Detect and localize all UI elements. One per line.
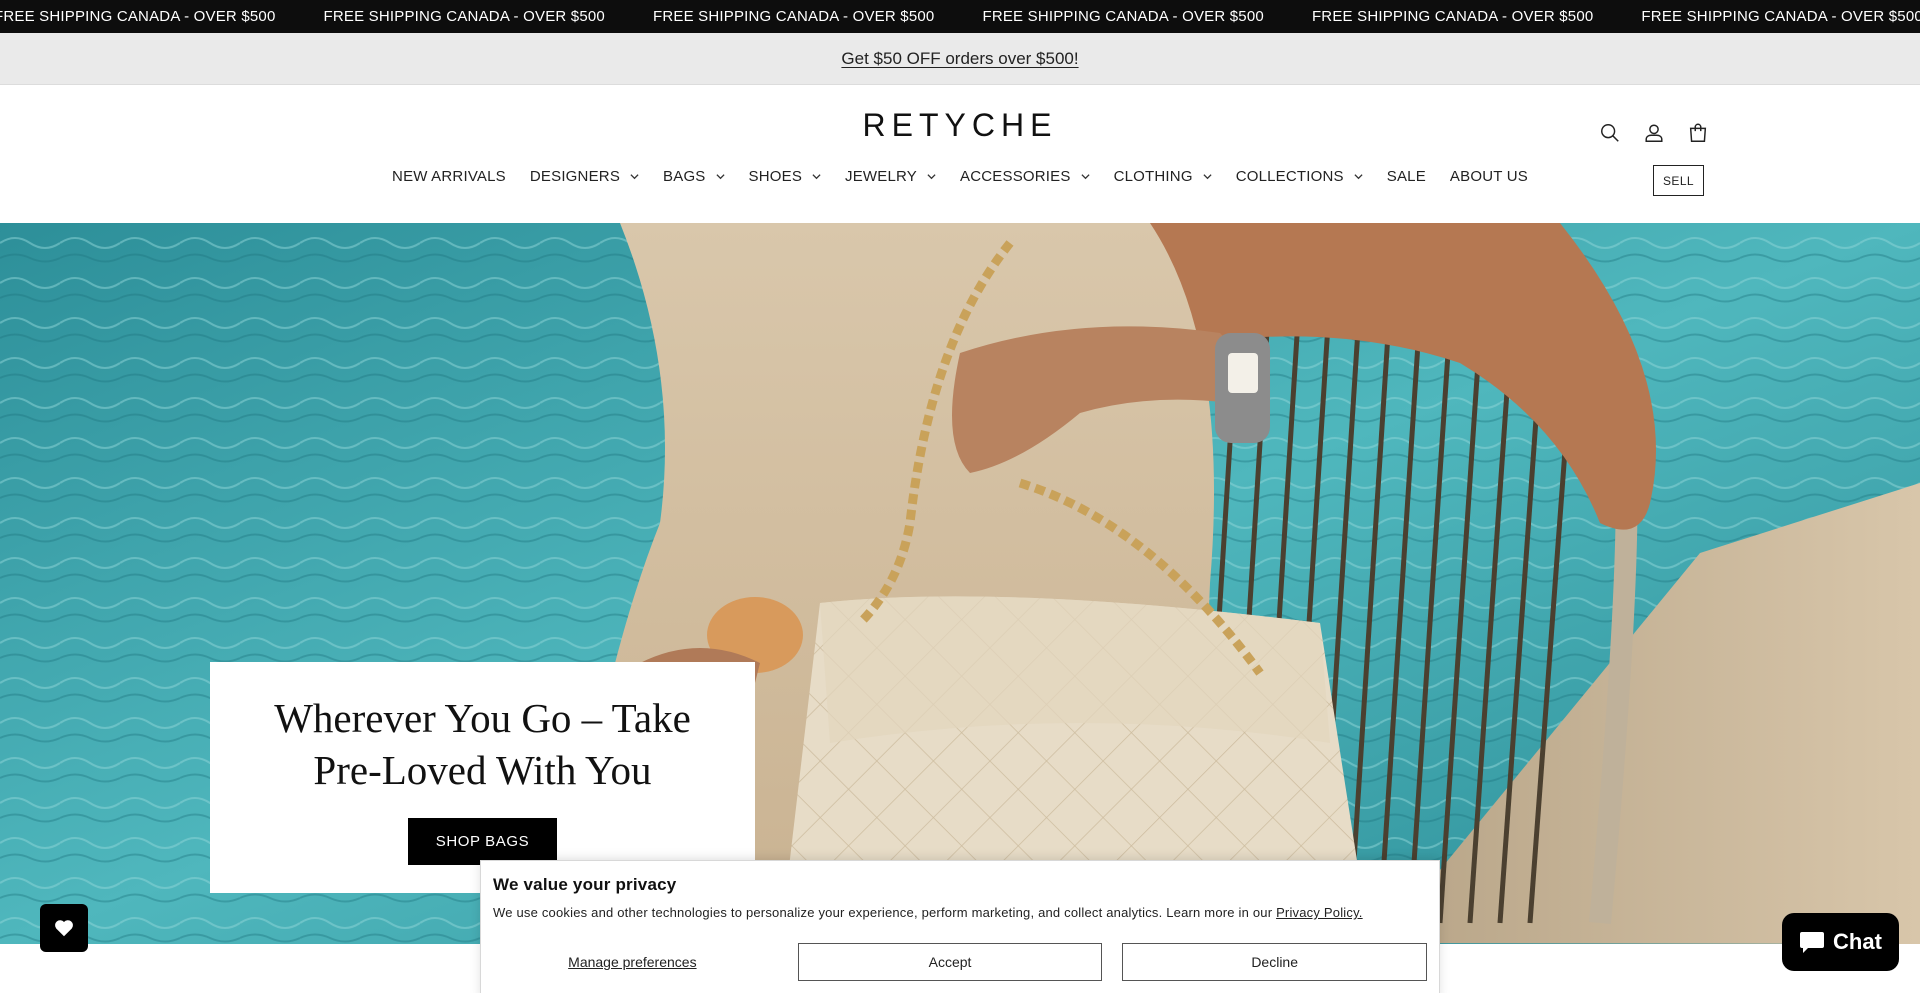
chevron-down-icon [1203, 172, 1212, 181]
announcement-text: FREE SHIPPING CANADA - OVER $500 [323, 8, 605, 25]
privacy-policy-link[interactable]: Privacy Policy. [1276, 905, 1363, 920]
nav-item-label: CLOTHING [1113, 167, 1193, 185]
nav-item-collections[interactable]: COLLECTIONS [1224, 163, 1375, 189]
nav-item-label: SHOES [748, 167, 803, 185]
accept-button[interactable]: Accept [797, 943, 1103, 981]
nav-item-label: COLLECTIONS [1235, 167, 1344, 185]
nav-item-label: JEWELRY [845, 167, 918, 185]
hero-banner: Wherever You Go – Take Pre-Loved With Yo… [0, 223, 1920, 944]
sell-button[interactable]: SELL [1653, 165, 1704, 196]
announcement-text: FREE SHIPPING CANADA - OVER $500 [982, 8, 1264, 25]
privacy-text: We use cookies and other technologies to… [493, 905, 1427, 920]
site-header: RETYCHE NEW ARRIVALS DESIGNERS BAGS SHOES JE… [0, 85, 1920, 223]
nav-item-shoes[interactable]: SHOES [737, 163, 834, 189]
nav-item-label: ACCESSORIES [960, 167, 1071, 185]
announcement-bar: FREE SHIPPING CANADA - OVER $500 FREE SH… [0, 0, 1920, 33]
heart-icon [55, 920, 73, 937]
shop-bags-button[interactable]: SHOP BAGS [408, 818, 557, 865]
nav-item-bags[interactable]: BAGS [651, 163, 736, 189]
chevron-down-icon [630, 172, 639, 181]
decline-button[interactable]: Decline [1122, 943, 1427, 981]
account-icon[interactable] [1632, 111, 1676, 155]
announcement-text: FREE SHIPPING CANADA - OVER $500 [1641, 8, 1920, 25]
privacy-actions: Manage preferences Accept Decline [493, 943, 1427, 981]
hero-title: Wherever You Go – Take Pre-Loved With Yo… [274, 695, 691, 793]
promo-link[interactable]: Get $50 OFF orders over $500! [841, 49, 1078, 69]
nav-item-new-arrivals[interactable]: NEW ARRIVALS [380, 163, 518, 189]
privacy-banner: We value your privacy We use cookies and… [480, 860, 1440, 993]
nav-item-about-us[interactable]: ABOUT US [1438, 163, 1540, 189]
promo-bar: Get $50 OFF orders over $500! [0, 33, 1920, 85]
cart-icon[interactable] [1676, 111, 1720, 155]
announcement-text: FREE SHIPPING CANADA - OVER $500 [652, 8, 935, 25]
privacy-title: We value your privacy [493, 875, 677, 894]
chat-label: Chat [1833, 929, 1882, 954]
chat-bubble-icon [1800, 932, 1825, 953]
nav-item-label: ABOUT US [1449, 167, 1528, 185]
nav-item-label: DESIGNERS [529, 167, 621, 185]
chevron-down-icon [1354, 172, 1363, 181]
wishlist-button[interactable] [40, 904, 88, 952]
nav-item-designers[interactable]: DESIGNERS [518, 163, 651, 189]
header-icons [1588, 111, 1720, 155]
nav-item-sale[interactable]: SALE [1375, 163, 1438, 189]
announcement-text: FREE SHIPPING CANADA - OVER $500 [0, 8, 276, 25]
nav-item-label: NEW ARRIVALS [392, 167, 506, 185]
nav-item-accessories[interactable]: ACCESSORIES [948, 163, 1102, 189]
manage-preferences-link[interactable]: Manage preferences [493, 954, 772, 970]
main-nav: NEW ARRIVALS DESIGNERS BAGS SHOES JEWELRY ACC… [0, 163, 1920, 189]
nav-item-label: SALE [1386, 167, 1426, 185]
search-icon[interactable] [1588, 111, 1632, 155]
chevron-down-icon [715, 172, 725, 181]
chat-button[interactable]: Chat [1782, 913, 1899, 971]
chevron-down-icon [1081, 172, 1090, 181]
chevron-down-icon [812, 172, 821, 181]
nav-item-jewelry[interactable]: JEWELRY [833, 163, 948, 189]
hero-card: Wherever You Go – Take Pre-Loved With Yo… [210, 662, 755, 893]
nav-item-clothing[interactable]: CLOTHING [1102, 163, 1224, 189]
nav-item-label: BAGS [663, 167, 706, 185]
privacy-description: We use cookies and other technologies to… [493, 905, 1277, 920]
chevron-down-icon [927, 172, 936, 181]
announcement-text: FREE SHIPPING CANADA - OVER $500 [1311, 8, 1594, 25]
